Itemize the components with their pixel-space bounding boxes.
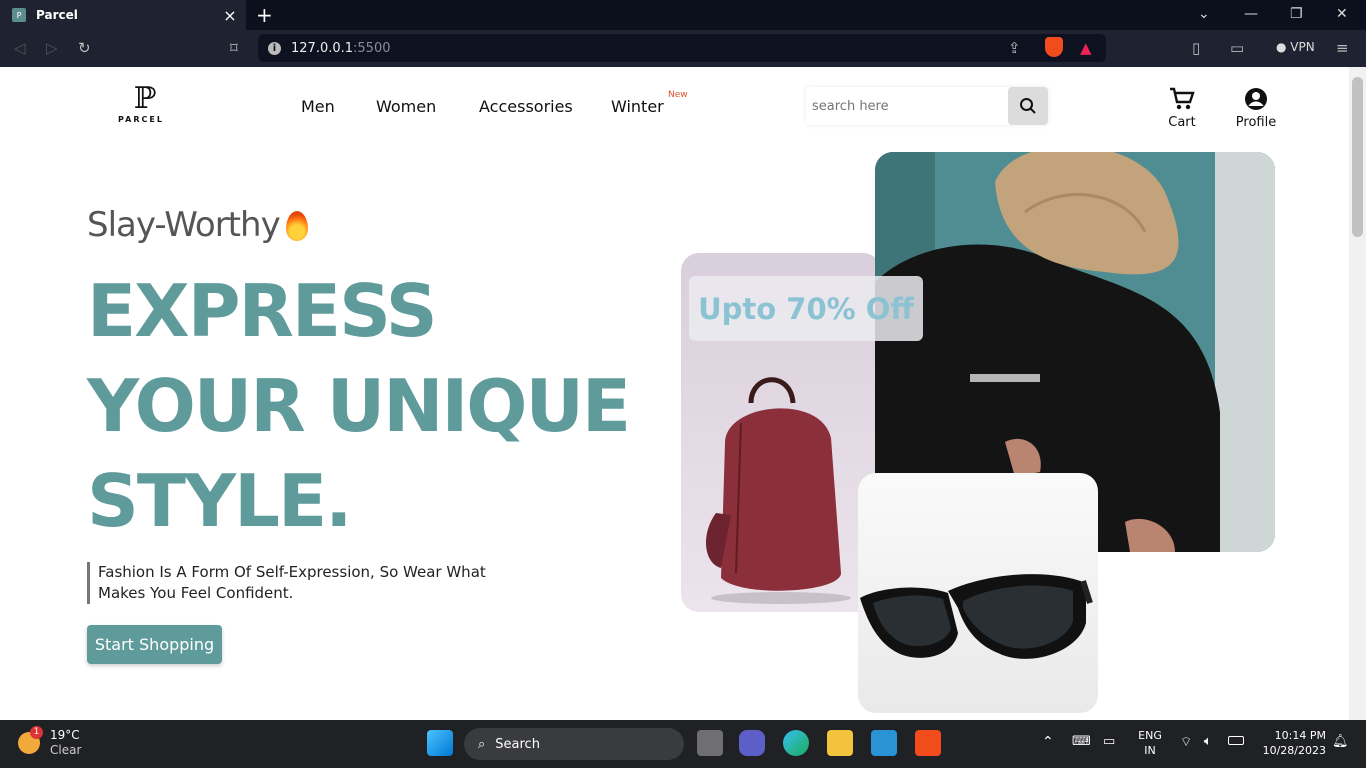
share-icon[interactable]: ⇪ — [1008, 39, 1021, 57]
battery-icon[interactable] — [1228, 736, 1244, 745]
taskbar-search-label: Search — [495, 736, 540, 752]
tablet-icon[interactable]: ▭ — [1103, 734, 1115, 749]
profile-button[interactable]: Profile — [1234, 87, 1278, 130]
cart-label: Cart — [1168, 115, 1196, 130]
taskbar: 1 19°C Clear ⌕ Search ⌃ ⌨ ▭ ENG IN ⌔ 🔈︎ … — [0, 720, 1366, 768]
web-page: ℙ PARCEL Men Women Accessories Winter Ne… — [0, 67, 1349, 720]
close-tab-icon[interactable]: × — [220, 6, 240, 25]
site-info-icon[interactable]: i — [268, 41, 281, 55]
scrollbar-thumb[interactable] — [1352, 77, 1363, 237]
hero-quote: Fashion Is A Form Of Self-Expression, So… — [87, 562, 527, 604]
nav-women[interactable]: Women — [376, 97, 436, 116]
profile-icon — [1245, 88, 1267, 110]
brave-taskbar-icon[interactable] — [915, 730, 941, 756]
hero-eyebrow: Slay-Worthy — [87, 205, 308, 245]
vscode-icon[interactable] — [871, 730, 897, 756]
logo-word: PARCEL — [118, 115, 164, 124]
taskbar-search[interactable]: ⌕ Search — [464, 728, 684, 760]
file-explorer-icon[interactable] — [827, 730, 853, 756]
browser-toolbar: ◁ ▷ ↻ ⌑ i 127.0.0.1:5500 ⇪ ▲ ▯ ▭ ● VPN ≡ — [0, 30, 1366, 67]
wallet-icon[interactable]: ▭ — [1230, 39, 1244, 57]
close-window-icon[interactable]: ✕ — [1336, 6, 1348, 22]
search-button[interactable] — [1008, 87, 1048, 125]
task-view-icon[interactable] — [697, 730, 723, 756]
sidebar-icon[interactable]: ▯ — [1192, 39, 1200, 57]
nav-winter[interactable]: Winter — [611, 97, 664, 116]
chat-icon[interactable] — [739, 730, 765, 756]
weather-widget[interactable]: 1 19°C Clear — [18, 726, 88, 760]
fire-icon — [285, 211, 308, 241]
tab-title: Parcel — [36, 8, 78, 22]
url-text: 127.0.0.1:5500 — [291, 40, 391, 56]
search-input[interactable] — [812, 93, 1002, 119]
search-box — [806, 87, 1048, 125]
reload-icon[interactable]: ↻ — [78, 39, 91, 57]
cart-button[interactable]: Cart — [1166, 87, 1198, 130]
search-icon — [1020, 98, 1036, 114]
cart-icon — [1170, 87, 1195, 110]
browser-tab-bar: P Parcel × + ⌄ — ❐ ✕ — [0, 0, 1366, 30]
profile-label: Profile — [1235, 115, 1277, 130]
address-bar[interactable]: i 127.0.0.1:5500 — [258, 34, 1106, 62]
weather-alert-badge: 1 — [30, 726, 43, 739]
tray-chevron-icon[interactable]: ⌃ — [1042, 734, 1054, 750]
clock[interactable]: 10:14 PM 10/28/2023 — [1258, 728, 1326, 758]
sale-badge: Upto 70% Off — [689, 276, 923, 341]
sunglasses-image — [860, 574, 1093, 659]
brave-rewards-icon[interactable]: ▲ — [1080, 39, 1092, 57]
weather-temp: 19°C — [50, 728, 80, 742]
edge-icon[interactable] — [783, 730, 809, 756]
winter-new-tag: New — [668, 90, 688, 100]
brave-shields-icon[interactable] — [1045, 37, 1063, 57]
tab-favicon-icon: P — [12, 8, 26, 22]
nav-men[interactable]: Men — [301, 97, 335, 116]
weather-desc: Clear — [50, 743, 82, 757]
wifi-icon[interactable]: ⌔ — [1180, 734, 1192, 750]
tab-search-chevron-icon[interactable]: ⌄ — [1198, 6, 1210, 22]
vpn-button[interactable]: ● VPN — [1276, 40, 1315, 54]
site-logo[interactable]: ℙ PARCEL — [114, 83, 168, 129]
sunglasses-card[interactable] — [858, 473, 1098, 713]
notification-bell-icon[interactable]: 🔔︎ — [1332, 734, 1349, 749]
bookmark-icon[interactable]: ⌑ — [230, 39, 238, 57]
browser-tab[interactable]: P Parcel × — [0, 0, 246, 30]
logo-mark-icon: ℙ — [133, 81, 157, 116]
keyboard-icon[interactable]: ⌨ — [1072, 734, 1091, 749]
start-windows-icon[interactable] — [427, 730, 453, 756]
back-icon[interactable]: ◁ — [14, 39, 26, 57]
nav-accessories[interactable]: Accessories — [479, 97, 573, 116]
hero-headline-line-3: STYLE. — [87, 459, 353, 543]
volume-icon[interactable]: 🔈︎ — [1204, 734, 1212, 749]
hero-headline-line-2: YOUR UNIQUE — [87, 364, 631, 448]
minimize-icon[interactable]: — — [1244, 6, 1258, 22]
search-icon: ⌕ — [478, 736, 486, 752]
start-shopping-button[interactable]: Start Shopping — [87, 625, 222, 664]
new-tab-icon[interactable]: + — [256, 3, 273, 27]
page-scrollbar[interactable] — [1349, 67, 1366, 720]
maximize-icon[interactable]: ❐ — [1290, 6, 1303, 22]
language-indicator[interactable]: ENG IN — [1136, 728, 1164, 758]
forward-icon[interactable]: ▷ — [46, 39, 58, 57]
hero-headline-line-1: EXPRESS — [87, 269, 438, 353]
menu-icon[interactable]: ≡ — [1336, 39, 1349, 57]
